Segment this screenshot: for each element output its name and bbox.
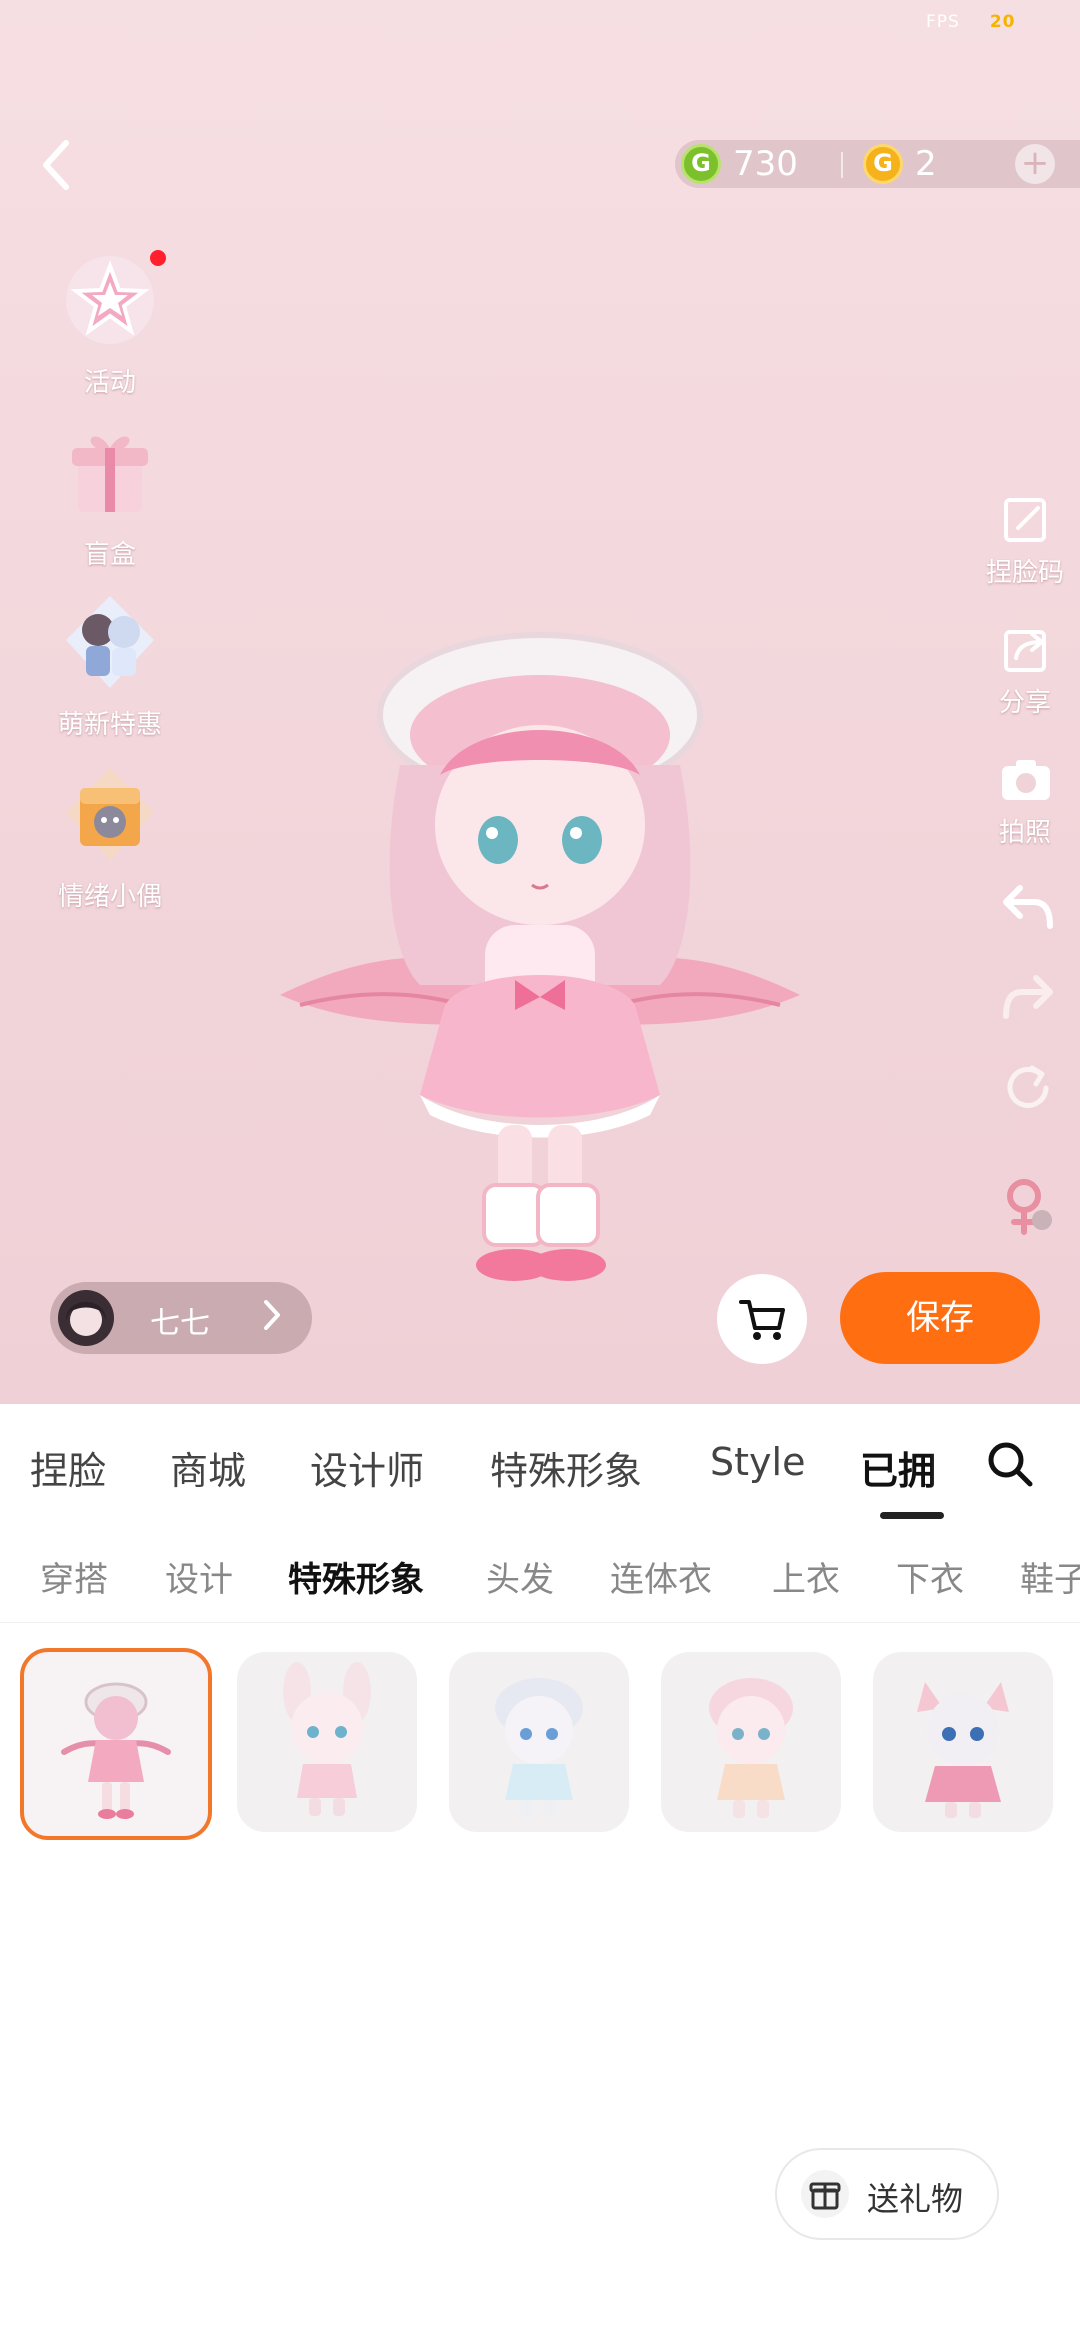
avatar-stage[interactable]: FPS 20 G 730 G 2 + 活动 盲盒 萌新特惠 情绪小偶 捏脸码 分… — [0, 0, 1080, 1404]
face-code-label: 捏脸码 — [985, 558, 1064, 588]
share-button[interactable]: 分享 — [970, 620, 1080, 730]
tab-designer[interactable]: 设计师 — [310, 1440, 424, 1495]
gift-box-icon — [72, 436, 148, 512]
gift-icon — [801, 2170, 849, 2218]
avatar — [58, 1290, 114, 1346]
menu-blind-box-label: 盲盒 — [83, 540, 136, 570]
chevron-right-icon — [264, 1300, 280, 1330]
active-tab-underline — [880, 1512, 944, 1519]
item-grid — [0, 1622, 1080, 1840]
cart-button[interactable] — [717, 1274, 807, 1364]
character-model[interactable] — [270, 625, 810, 1345]
subtab-special-look[interactable]: 特殊形象 — [288, 1552, 424, 1601]
subtab-bottom[interactable]: 下衣 — [896, 1552, 964, 1601]
send-gift-label: 送礼物 — [867, 2180, 964, 2218]
photo-label: 拍照 — [998, 818, 1051, 848]
cart-icon — [739, 1300, 785, 1340]
doll-box-icon — [66, 768, 154, 860]
tab-style[interactable]: Style — [710, 1440, 805, 1484]
menu-newbie-deal[interactable]: 萌新特惠 — [30, 590, 190, 760]
fps-counter: FPS 20 — [926, 12, 1016, 32]
gold-coin-icon: G — [863, 144, 903, 184]
green-coin-balance: 730 — [733, 144, 798, 184]
subtab-design[interactable]: 设计 — [165, 1552, 233, 1601]
item-card[interactable] — [661, 1652, 841, 1832]
green-coin-icon: G — [681, 144, 721, 184]
photo-button[interactable]: 拍照 — [970, 750, 1080, 860]
sub-tab-bar: 穿搭 设计 特殊形象 头发 连体衣 上衣 下衣 鞋子 — [0, 1522, 1080, 1623]
currency-divider — [841, 152, 843, 178]
send-gift-button[interactable]: 送礼物 — [775, 2148, 999, 2240]
subtab-jumpsuit[interactable]: 连体衣 — [610, 1552, 712, 1601]
face-code-button[interactable]: 捏脸码 — [970, 490, 1080, 600]
back-chevron-icon[interactable] — [36, 135, 76, 195]
item-card[interactable] — [237, 1652, 417, 1832]
subtab-top[interactable]: 上衣 — [772, 1552, 840, 1601]
redo-icon[interactable] — [1000, 972, 1056, 1022]
item-card-selected[interactable] — [20, 1648, 212, 1840]
gold-coin-balance: 2 — [915, 144, 937, 184]
user-name: 七七 — [150, 1306, 210, 1341]
notification-dot — [150, 250, 166, 266]
menu-blind-box[interactable]: 盲盒 — [30, 420, 190, 590]
tab-store[interactable]: 商城 — [170, 1440, 246, 1495]
menu-activity-label: 活动 — [83, 368, 136, 398]
item-card[interactable] — [449, 1652, 629, 1832]
add-currency-button[interactable]: + — [1015, 144, 1055, 184]
tab-face[interactable]: 捏脸 — [30, 1440, 106, 1495]
tab-fade-overlay — [930, 1404, 980, 1522]
subtab-shoes[interactable]: 鞋子 — [1020, 1552, 1080, 1601]
currency-bar: G 730 G 2 + — [675, 140, 1080, 188]
character-pack-icon — [66, 596, 154, 688]
tab-special-look[interactable]: 特殊形象 — [490, 1440, 642, 1495]
gender-switch-icon[interactable] — [1002, 1176, 1056, 1236]
share-label: 分享 — [998, 688, 1051, 718]
user-profile-pill[interactable]: 七七 — [50, 1282, 312, 1354]
subtab-outfit[interactable]: 穿搭 — [40, 1552, 108, 1601]
search-icon[interactable] — [985, 1439, 1035, 1489]
save-button[interactable]: 保存 — [840, 1272, 1040, 1364]
main-tab-bar: 捏脸 商城 设计师 特殊形象 Style 已拥 — [0, 1404, 1080, 1523]
share-icon — [1004, 630, 1046, 672]
menu-newbie-deal-label: 萌新特惠 — [57, 710, 162, 740]
tab-owned[interactable]: 已拥 — [860, 1440, 936, 1495]
face-code-icon — [1004, 498, 1046, 542]
menu-emotion-doll-label: 情绪小偶 — [57, 882, 162, 912]
star-icon — [66, 256, 154, 344]
menu-emotion-doll[interactable]: 情绪小偶 — [30, 762, 190, 932]
item-card[interactable] — [873, 1652, 1053, 1832]
camera-icon — [1002, 760, 1050, 800]
subtab-hair[interactable]: 头发 — [486, 1552, 554, 1601]
menu-activity[interactable]: 活动 — [30, 248, 190, 418]
reset-icon[interactable] — [1000, 1060, 1056, 1116]
undo-icon[interactable] — [1000, 882, 1056, 932]
